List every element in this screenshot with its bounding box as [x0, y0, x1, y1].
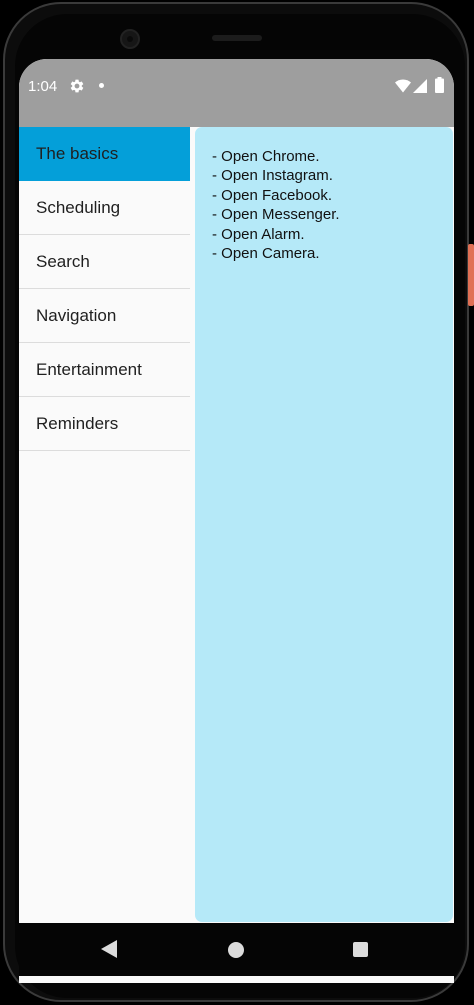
- sidebar-item-entertainment[interactable]: Entertainment: [19, 343, 190, 397]
- home-icon[interactable]: [228, 942, 244, 958]
- command-item-camera: - Open Camera.: [212, 245, 320, 263]
- command-item-facebook: - Open Facebook.: [212, 186, 333, 204]
- recents-icon[interactable]: [353, 942, 368, 957]
- sidebar-item-label: The basics: [36, 144, 119, 163]
- sidebar-item-label: Search: [36, 252, 90, 271]
- earpiece-speaker: [212, 35, 262, 41]
- command-item-instagram: - Open Instagram.: [212, 167, 333, 185]
- navigation-bar: [19, 923, 454, 976]
- sidebar-item-scheduling[interactable]: Scheduling: [19, 181, 190, 235]
- command-item-alarm: - Open Alarm.: [212, 225, 305, 243]
- command-item-messenger: - Open Messenger.: [212, 206, 340, 224]
- front-camera-icon: [120, 29, 140, 49]
- power-button[interactable]: [468, 244, 474, 306]
- sidebar-item-label: Entertainment: [36, 360, 142, 379]
- content-panel: - Open Chrome. - Open Instagram. - Open …: [195, 127, 453, 922]
- gear-icon: [70, 79, 84, 93]
- signal-icon: [413, 79, 427, 93]
- wifi-icon: [395, 79, 411, 93]
- app-screen: 1:04 The basics Scheduling Search Naviga…: [19, 59, 454, 983]
- sidebar-item-navigation[interactable]: Navigation: [19, 289, 190, 343]
- back-icon[interactable]: [101, 940, 117, 958]
- sidebar-item-label: Navigation: [36, 306, 117, 325]
- command-item-chrome: - Open Chrome.: [212, 148, 320, 165]
- status-bar: 1:04: [19, 59, 454, 127]
- notification-dot-icon: [99, 83, 104, 88]
- sidebar-item-search[interactable]: Search: [19, 235, 190, 289]
- sidebar-item-the-basics[interactable]: The basics: [19, 127, 190, 181]
- status-time: 1:04: [28, 78, 58, 95]
- sidebar: The basics Scheduling Search Navigation …: [19, 127, 190, 983]
- battery-icon: [435, 77, 444, 93]
- sidebar-item-label: Scheduling: [36, 198, 121, 217]
- phone-device: 1:04 The basics Scheduling Search Naviga…: [0, 0, 474, 1005]
- sidebar-item-label: Reminders: [36, 414, 119, 433]
- command-list: - Open Chrome. - Open Instagram. - Open …: [212, 147, 340, 263]
- sidebar-item-reminders[interactable]: Reminders: [19, 397, 190, 451]
